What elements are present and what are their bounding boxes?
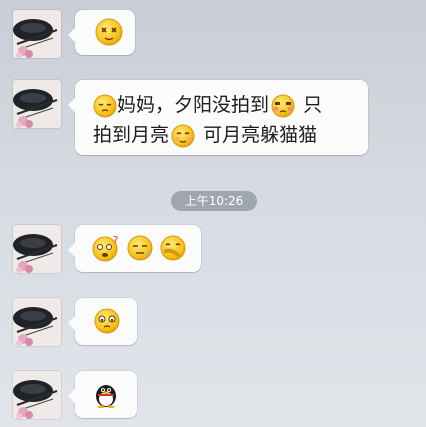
teary-emoji-icon — [94, 308, 120, 334]
sleepy-emoji-icon — [93, 94, 117, 117]
message-bubble[interactable] — [68, 371, 137, 418]
embarrassed-emoji-icon — [271, 94, 295, 117]
message-text-line2b: 可月亮躲猫猫 — [203, 124, 318, 146]
avatar[interactable] — [13, 371, 61, 419]
message-text-tail: 只 — [303, 94, 323, 116]
message-bubble[interactable] — [68, 10, 135, 55]
message-bubble[interactable]: ? — [68, 225, 201, 272]
message-text-line1: 妈妈，夕阳没拍到 — [117, 94, 270, 116]
dizzy-emoji-icon — [95, 18, 123, 46]
question-emoji-icon: ? — [92, 235, 118, 262]
message-bubble[interactable]: 妈妈，夕阳没拍到 只 拍到月亮 可月亮躲猫猫 — [68, 80, 368, 155]
message-bubble[interactable] — [68, 298, 137, 345]
message-text-line2a: 拍到月亮 — [93, 124, 170, 146]
cover-face-emoji-icon — [160, 235, 186, 261]
avatar[interactable] — [13, 10, 61, 58]
avatar[interactable] — [13, 225, 61, 273]
penguin-emoji-icon — [96, 385, 116, 408]
shy-emoji-icon — [171, 124, 195, 147]
avatar[interactable] — [13, 80, 61, 128]
avatar[interactable] — [13, 298, 61, 346]
sweat-emoji-icon — [127, 235, 153, 261]
svg-text:?: ? — [113, 235, 118, 246]
timestamp: 上午10:26 — [171, 191, 257, 211]
